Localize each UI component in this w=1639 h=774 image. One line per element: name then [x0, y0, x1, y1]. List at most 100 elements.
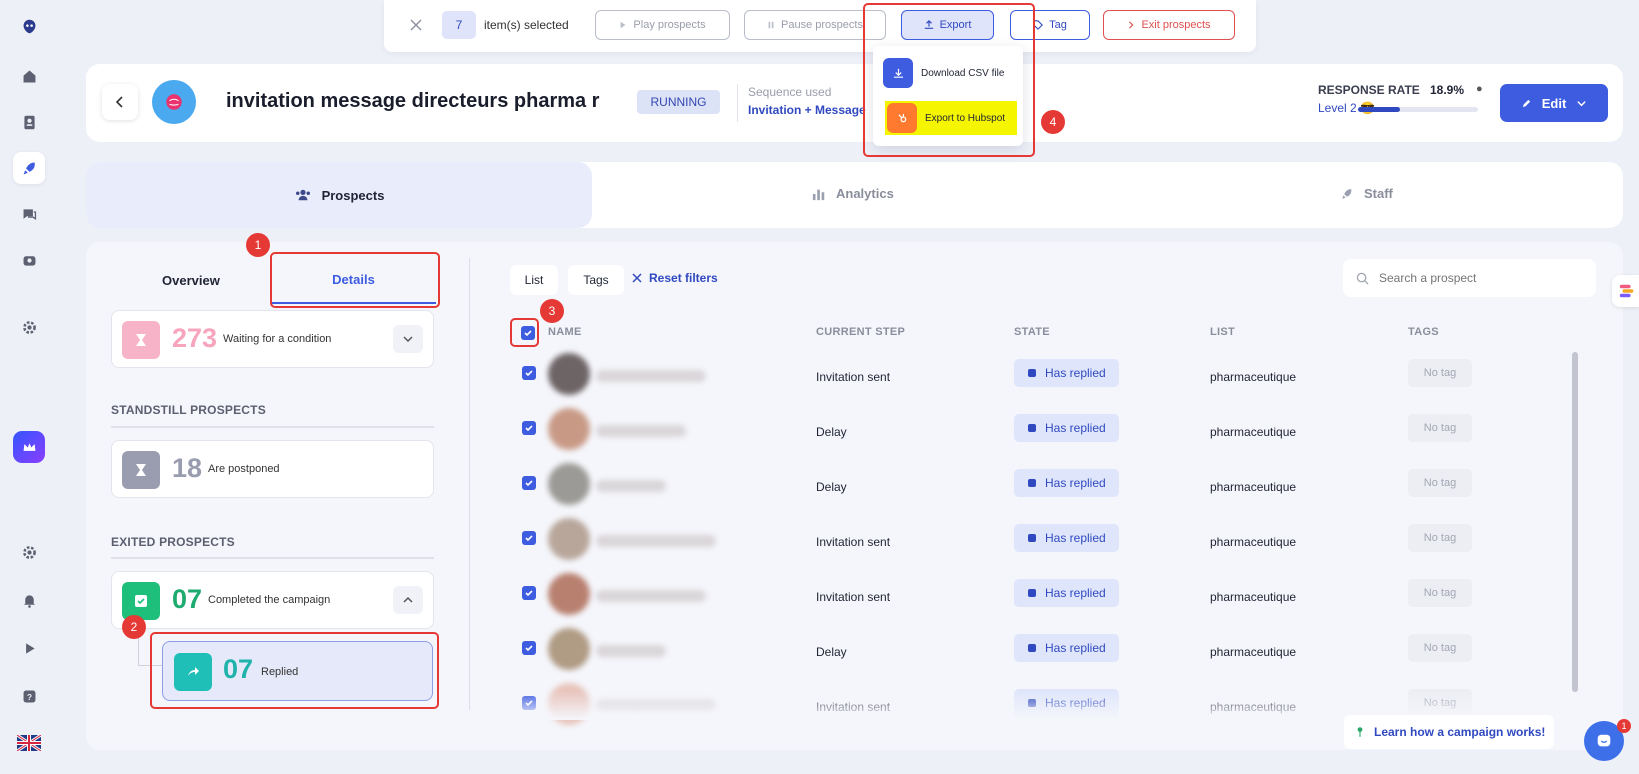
- table-scrollbar[interactable]: [1572, 352, 1578, 692]
- current-step-cell: Invitation sent: [816, 590, 891, 604]
- tab-staff[interactable]: Staff: [1340, 186, 1393, 201]
- prospect-name-redacted: [596, 700, 716, 712]
- prospect-name-redacted: [596, 535, 716, 547]
- state-badge: Has replied: [1014, 689, 1119, 717]
- app-logo-icon[interactable]: [13, 10, 45, 42]
- table-row[interactable]: Delay Has replied pharmaceutique No tag: [512, 628, 1562, 674]
- play-tutorial-icon[interactable]: [13, 632, 45, 664]
- current-step-cell: Delay: [816, 645, 847, 659]
- search-input[interactable]: [1379, 271, 1569, 285]
- highlight-export-menu: [863, 3, 1035, 157]
- brain-icon: [166, 94, 182, 110]
- state-square-icon: [1028, 699, 1036, 707]
- state-badge: Has replied: [1014, 469, 1119, 497]
- expand-button[interactable]: [393, 325, 423, 353]
- list-cell: pharmaceutique: [1210, 590, 1297, 604]
- play-prospects-button[interactable]: Play prospects: [595, 10, 730, 40]
- row-checkbox[interactable]: [522, 421, 536, 435]
- level-progress-fill: [1358, 107, 1400, 112]
- row-checkbox[interactable]: [522, 586, 536, 600]
- filter-tags-button[interactable]: Tags: [568, 265, 624, 295]
- state-badge: Has replied: [1014, 634, 1119, 662]
- waiting-condition-card[interactable]: 273 Waiting for a condition: [111, 310, 434, 368]
- col-current-step[interactable]: CURRENT STEP: [816, 326, 905, 338]
- row-checkbox[interactable]: [522, 641, 536, 655]
- exit-prospects-button[interactable]: Exit prospects: [1103, 10, 1235, 40]
- prospect-avatar: [548, 353, 590, 395]
- prospect-avatar: [548, 683, 590, 725]
- table-row[interactable]: Invitation sent Has replied pharmaceutique…: [512, 353, 1562, 399]
- completed-card[interactable]: 07 Completed the campaign: [111, 571, 434, 629]
- close-selection-icon[interactable]: [410, 18, 422, 36]
- side-widget-tab[interactable]: [1612, 275, 1639, 307]
- col-state[interactable]: STATE: [1014, 326, 1050, 338]
- learn-campaign-link[interactable]: Learn how a campaign works!: [1344, 715, 1554, 749]
- chat-icon: [1597, 734, 1611, 747]
- state-label: Has replied: [1045, 366, 1106, 380]
- messages-icon[interactable]: [13, 198, 45, 230]
- campaigns-rocket-icon[interactable]: [13, 152, 45, 184]
- collapse-button[interactable]: [393, 586, 423, 614]
- notifications-bell-icon[interactable]: [13, 584, 45, 616]
- table-row[interactable]: Invitation sent Has replied pharmaceutique…: [512, 573, 1562, 619]
- step-badge-2: 2: [122, 615, 146, 639]
- step-badge-4: 4: [1041, 110, 1065, 134]
- main-tabs: Prospects Analytics Staff: [86, 162, 1623, 228]
- highlight-replied-card: [150, 632, 439, 709]
- row-checkbox[interactable]: [522, 476, 536, 490]
- table-row[interactable]: Delay Has replied pharmaceutique No tag: [512, 408, 1562, 454]
- tab-prospects-label: Prospects: [321, 187, 385, 203]
- col-list[interactable]: LIST: [1210, 326, 1235, 338]
- list-cell: pharmaceutique: [1210, 425, 1297, 439]
- prospect-avatar: [548, 628, 590, 670]
- row-checkbox[interactable]: [522, 531, 536, 545]
- contacts-icon[interactable]: [13, 106, 45, 138]
- table-row[interactable]: Invitation sent Has replied pharmaceutique…: [512, 518, 1562, 564]
- subtab-overview[interactable]: Overview: [162, 273, 220, 288]
- learn-campaign-label: Learn how a campaign works!: [1374, 725, 1546, 739]
- list-cell: pharmaceutique: [1210, 700, 1297, 714]
- reset-filters-button[interactable]: Reset filters: [632, 271, 718, 285]
- scrollbar-thumb[interactable]: [1572, 352, 1578, 692]
- tab-prospects[interactable]: Prospects: [86, 162, 592, 228]
- sequence-link[interactable]: Invitation + Message: [748, 103, 866, 117]
- edit-button[interactable]: Edit: [1500, 84, 1608, 122]
- info-icon[interactable]: ●: [1476, 83, 1483, 95]
- back-button[interactable]: [102, 84, 138, 120]
- completed-label: Completed the campaign: [208, 594, 331, 606]
- settings-bottom-icon[interactable]: [13, 536, 45, 568]
- state-square-icon: [1028, 479, 1036, 487]
- list-cell: pharmaceutique: [1210, 535, 1297, 549]
- reset-filters-label: Reset filters: [649, 271, 718, 285]
- pause-icon: [768, 21, 774, 29]
- premium-crown-icon[interactable]: [13, 431, 45, 463]
- team-icon[interactable]: [13, 244, 45, 276]
- list-cell: pharmaceutique: [1210, 480, 1297, 494]
- rocket-icon: [1342, 188, 1352, 199]
- help-icon[interactable]: ?: [13, 680, 45, 712]
- filter-list-button[interactable]: List: [510, 265, 558, 295]
- language-uk-flag-icon[interactable]: [13, 727, 45, 759]
- hourglass-icon: [122, 451, 160, 489]
- search-box[interactable]: [1343, 259, 1596, 297]
- state-label: Has replied: [1045, 586, 1106, 600]
- col-tags[interactable]: TAGS: [1408, 326, 1439, 338]
- panel-divider: [469, 258, 470, 710]
- tab-analytics[interactable]: Analytics: [812, 186, 894, 201]
- state-label: Has replied: [1045, 696, 1106, 710]
- settings-gear-icon[interactable]: [13, 311, 45, 343]
- table-row[interactable]: Delay Has replied pharmaceutique No tag: [512, 463, 1562, 509]
- row-checkbox[interactable]: [522, 366, 536, 380]
- row-checkbox[interactable]: [522, 696, 536, 710]
- waiting-count: 273: [172, 323, 218, 353]
- response-rate-label: RESPONSE RATE: [1318, 83, 1420, 97]
- home-icon[interactable]: [13, 60, 45, 92]
- status-badge: RUNNING: [637, 90, 720, 114]
- check-square-icon: [122, 582, 160, 620]
- postponed-label: Are postponed: [208, 463, 280, 475]
- postponed-card[interactable]: 18 Are postponed: [111, 440, 434, 498]
- pin-icon: [1357, 727, 1363, 737]
- state-label: Has replied: [1045, 531, 1106, 545]
- highlight-details-tab: [270, 252, 440, 308]
- col-name[interactable]: NAME: [548, 326, 582, 338]
